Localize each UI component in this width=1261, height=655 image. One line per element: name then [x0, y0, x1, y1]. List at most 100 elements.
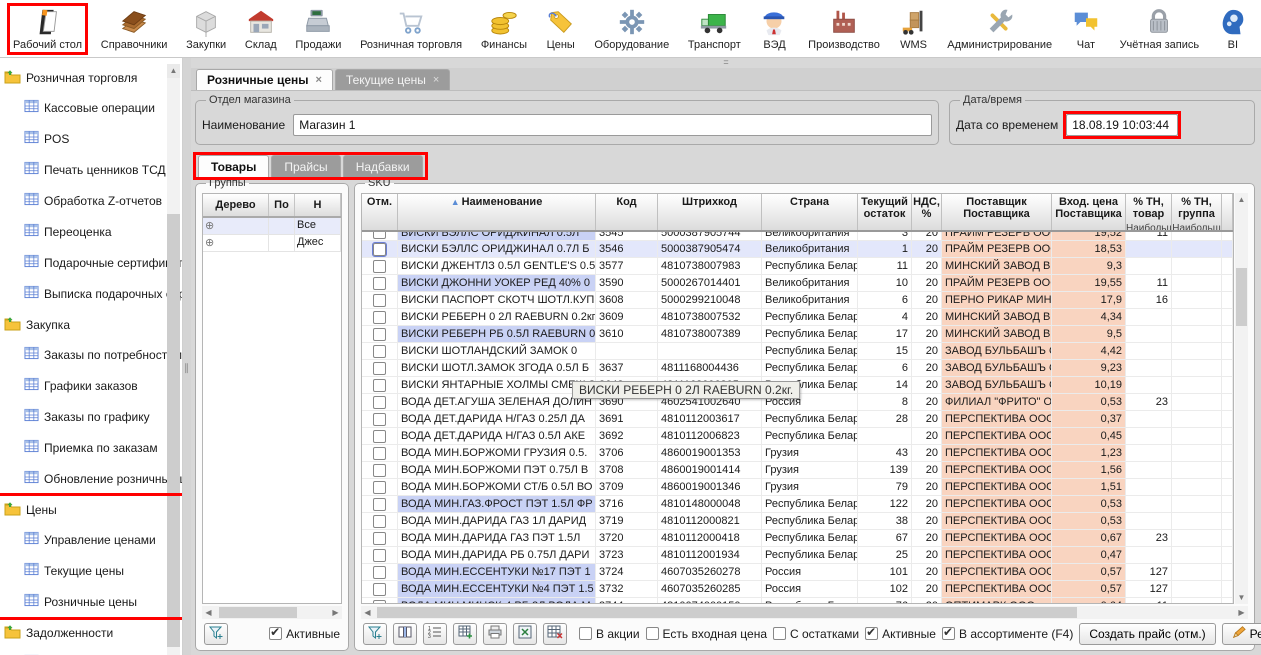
create-price-button[interactable]: Создать прайс (отм.)	[1079, 623, 1215, 645]
sidebar-item[interactable]: Кассовые операции	[0, 92, 182, 123]
checkbox-icon[interactable]	[373, 481, 386, 494]
excel-export-button[interactable]	[513, 623, 537, 645]
table-row[interactable]: ВОДА МИН.БОРЖОМИ ГРУЗИЯ 0.5.370648600190…	[362, 445, 1233, 462]
scrollbar-thumb[interactable]	[167, 214, 180, 647]
checkbox-icon[interactable]	[373, 430, 386, 443]
edit-button[interactable]: Редактировать	[1222, 623, 1261, 645]
toolbar-item-purchase[interactable]: Закупки	[183, 6, 229, 52]
scroll-left-icon[interactable]: ◀	[202, 606, 215, 619]
checkbox-icon[interactable]	[373, 464, 386, 477]
checkbox-icon[interactable]	[373, 515, 386, 528]
tab-прайсы[interactable]: Прайсы	[271, 155, 340, 177]
column-header[interactable]: Страна	[762, 194, 858, 230]
scroll-right-icon[interactable]: ▶	[1235, 606, 1248, 619]
checkbox-icon[interactable]	[373, 362, 386, 375]
column-header[interactable]: Штрихкод	[658, 194, 762, 230]
table-row[interactable]: ВИСКИ ШОТЛАНДСКИЙ ЗАМОК 0Республика Бела…	[362, 343, 1233, 360]
row-select-cell[interactable]	[362, 581, 398, 597]
sidebar-item[interactable]: Управление ценами	[0, 524, 182, 555]
scroll-up-icon[interactable]: ▲	[1235, 193, 1248, 206]
table-row[interactable]: ВОДА МИН.ДАРИДА ГАЗ ПЭТ 1.5Л372048101120…	[362, 530, 1233, 547]
row-select-cell[interactable]	[362, 275, 398, 291]
columns-button[interactable]	[393, 623, 417, 645]
table-row[interactable]: ВИСКИ ШОТЛ.ЗАМОК ЗГОДА 0.5Л Б36374811168…	[362, 360, 1233, 377]
checkbox-icon[interactable]	[373, 294, 386, 307]
doc-tab[interactable]: Розничные цены×	[196, 69, 333, 90]
checkbox-icon[interactable]	[373, 498, 386, 511]
table-row[interactable]: ВОДА МИН.ГАЗ.ФРОСТ ПЭТ 1.5Л ФР3716481014…	[362, 496, 1233, 513]
checkbox-icon[interactable]	[373, 379, 386, 392]
sidebar-item[interactable]: Управление задолженно	[0, 647, 182, 655]
tree-expander-cell[interactable]: ⊕	[203, 235, 269, 251]
row-select-cell[interactable]	[362, 530, 398, 546]
row-select-cell[interactable]	[362, 598, 398, 603]
toolbar-item-chat[interactable]: Чат	[1068, 6, 1104, 52]
row-select-cell[interactable]	[362, 232, 398, 240]
filter-add-button[interactable]	[363, 623, 387, 645]
doc-tab[interactable]: Текущие цены×	[335, 69, 450, 90]
scroll-up-icon[interactable]: ▲	[167, 64, 180, 78]
sidebar-item[interactable]: Переоценка	[0, 216, 182, 247]
toolbar-item-equipment[interactable]: Оборудование	[591, 6, 672, 52]
column-header[interactable]: Текущий остаток	[858, 194, 912, 230]
table-row[interactable]: ВОДА ДЕТ.ДАРИДА Н/ГАЗ 0.5Л АКЕ3692481011…	[362, 428, 1233, 445]
filter-checkbox[interactable]: Активные	[865, 627, 936, 641]
filter-checkbox[interactable]: С остатками	[773, 627, 859, 641]
sidebar-item[interactable]: Обработка Z-отчетов	[0, 185, 182, 216]
row-select-cell[interactable]	[362, 377, 398, 393]
row-select-cell[interactable]	[362, 462, 398, 478]
sidebar-item[interactable]: Приемка по заказам	[0, 432, 182, 463]
tree-expander-cell[interactable]: ⊕	[203, 218, 269, 234]
sidebar-folder[interactable]: Цены	[0, 496, 182, 524]
groups-column-header[interactable]: Н	[295, 194, 341, 216]
table-row[interactable]: ВОДА МИН.МИНСК-4 РБ 2Л ВОДА М37444810074…	[362, 598, 1233, 603]
table-row[interactable]: ВОДА МИН.ДАРИДА ГАЗ 1Л ДАРИД371948101120…	[362, 513, 1233, 530]
table-row[interactable]: ВОДА МИН.ДАРИДА РБ 0.75Л ДАРИ37234810112…	[362, 547, 1233, 564]
row-select-cell[interactable]	[362, 428, 398, 444]
column-header[interactable]: Отм.	[362, 194, 398, 230]
checkbox-icon[interactable]	[373, 566, 386, 579]
sidebar-item[interactable]: Заказы по потребностям	[0, 339, 182, 370]
toolbar-item-ved[interactable]: ВЭД	[756, 6, 792, 52]
table-row[interactable]: ВИСКИ РЕБЕРН 0 2Л RAEBURN 0.2кг360948107…	[362, 309, 1233, 326]
sidebar-folder[interactable]: Розничная торговля	[0, 64, 182, 92]
checkbox-icon[interactable]	[646, 627, 659, 640]
expand-icon[interactable]: ⊕	[205, 220, 214, 232]
sidebar-item[interactable]: Текущие цены	[0, 555, 182, 586]
column-header[interactable]: Вход. цена Поставщика	[1052, 194, 1126, 230]
checkbox-icon[interactable]	[865, 627, 878, 640]
scrollbar-thumb[interactable]	[1236, 268, 1247, 326]
checkbox-icon[interactable]	[373, 328, 386, 341]
sidebar-item[interactable]: Подарочные сертификат	[0, 247, 182, 278]
sidebar-item[interactable]: Графики заказов	[0, 370, 182, 401]
sidebar-splitter[interactable]: ∥	[183, 58, 191, 655]
column-header[interactable]: Код	[596, 194, 658, 230]
row-select-cell[interactable]	[362, 547, 398, 563]
sidebar-item[interactable]: Розничные цены	[0, 586, 182, 617]
toolbar-item-wms[interactable]: WMS	[896, 6, 932, 52]
checkbox-icon[interactable]	[373, 311, 386, 324]
row-select-cell[interactable]	[362, 564, 398, 580]
toolbar-item-production[interactable]: Производство	[805, 6, 883, 52]
panel-splitter-handle[interactable]: =	[191, 58, 1261, 68]
toolbar-item-desktop[interactable]: Рабочий стол	[10, 6, 85, 52]
groups-hscrollbar[interactable]: ◀ ▶	[202, 606, 342, 619]
tree-row[interactable]: ⊕Все	[203, 218, 341, 235]
sidebar-folder[interactable]: Задолженности	[0, 619, 182, 647]
close-icon[interactable]: ×	[315, 74, 321, 86]
scroll-down-icon[interactable]: ▼	[1235, 591, 1248, 604]
row-select-cell[interactable]	[362, 326, 398, 342]
grid-settings-button[interactable]	[543, 623, 567, 645]
toolbar-item-admin[interactable]: Администрирование	[944, 6, 1055, 52]
groups-column-header[interactable]: Дерево	[203, 194, 269, 216]
print-button[interactable]	[483, 623, 507, 645]
toolbar-item-prices[interactable]: Цены	[543, 6, 579, 52]
toolbar-item-bi[interactable]: BI	[1215, 6, 1251, 52]
row-select-cell[interactable]	[362, 343, 398, 359]
close-icon[interactable]: ×	[433, 74, 439, 86]
table-row[interactable]: ВИСКИ ДЖОННИ УОКЕР РЕД 40% 0359050002670…	[362, 275, 1233, 292]
table-row[interactable]: ВИСКИ ПАСПОРТ СКОТЧ ШОТЛ.КУП360850002992…	[362, 292, 1233, 309]
column-header[interactable]: НДС, %	[912, 194, 942, 230]
checkbox-icon[interactable]	[773, 627, 786, 640]
row-select-cell[interactable]	[362, 309, 398, 325]
